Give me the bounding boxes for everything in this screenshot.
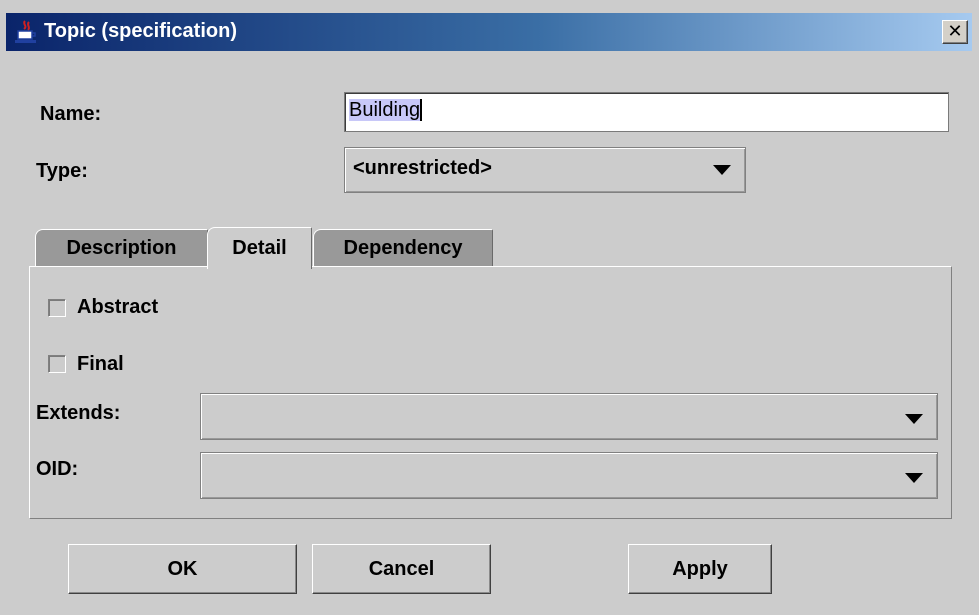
type-select[interactable]: <unrestricted> bbox=[344, 147, 746, 193]
type-label: Type: bbox=[36, 160, 88, 182]
dialog-window: Topic (specification) ✕ Name: Building T… bbox=[0, 0, 979, 615]
type-select-value: <unrestricted> bbox=[353, 157, 492, 179]
oid-label: OID: bbox=[36, 458, 79, 480]
cancel-button-label: Cancel bbox=[368, 558, 435, 580]
final-checkbox[interactable] bbox=[48, 355, 66, 373]
extends-select[interactable] bbox=[200, 393, 938, 440]
tab-dependency-label: Dependency bbox=[343, 237, 463, 259]
apply-button-label: Apply bbox=[672, 558, 728, 580]
close-icon: ✕ bbox=[947, 21, 963, 41]
name-input-value: Building bbox=[349, 99, 423, 121]
apply-button[interactable]: Apply bbox=[628, 544, 772, 594]
tab-detail-label: Detail bbox=[232, 237, 287, 259]
cancel-button[interactable]: Cancel bbox=[312, 544, 491, 594]
chevron-down-icon bbox=[905, 473, 923, 483]
final-label: Final bbox=[77, 353, 124, 375]
title-bar[interactable]: Topic (specification) ✕ bbox=[6, 13, 972, 51]
chevron-down-icon bbox=[905, 414, 923, 424]
java-coffee-icon bbox=[15, 20, 36, 43]
window-title: Topic (specification) bbox=[44, 20, 237, 42]
chevron-down-icon bbox=[713, 165, 731, 175]
extends-label: Extends: bbox=[36, 402, 121, 424]
name-label: Name: bbox=[40, 103, 102, 125]
oid-select[interactable] bbox=[200, 452, 938, 499]
tab-description[interactable]: Description bbox=[35, 229, 208, 267]
name-input[interactable]: Building bbox=[344, 92, 949, 132]
ok-button-label: OK bbox=[167, 558, 198, 580]
tab-description-label: Description bbox=[66, 237, 177, 259]
tab-detail[interactable]: Detail bbox=[207, 227, 312, 269]
abstract-checkbox[interactable] bbox=[48, 299, 66, 317]
ok-button[interactable]: OK bbox=[68, 544, 297, 594]
tab-dependency[interactable]: Dependency bbox=[313, 229, 493, 267]
abstract-label: Abstract bbox=[77, 296, 159, 318]
close-button[interactable]: ✕ bbox=[942, 20, 968, 44]
